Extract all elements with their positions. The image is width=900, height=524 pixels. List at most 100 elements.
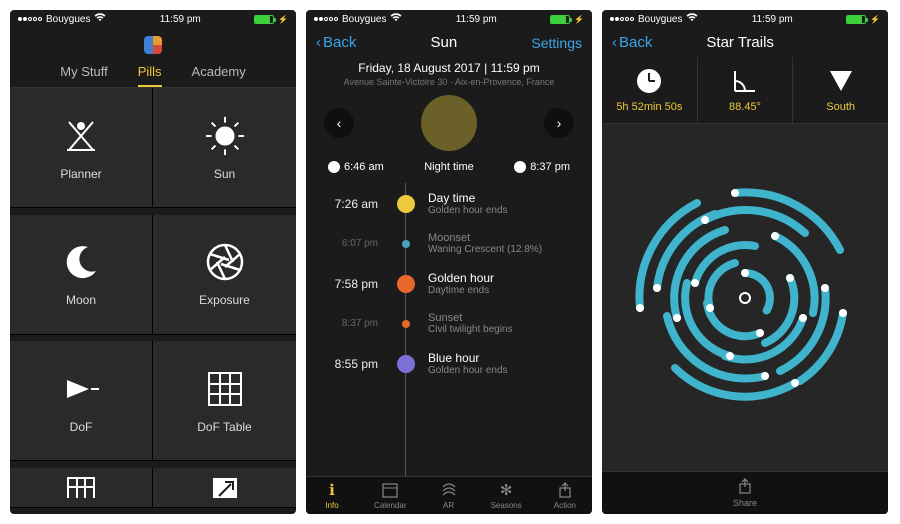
- sunrise-icon: [328, 161, 340, 173]
- charging-icon: ⚡: [574, 15, 584, 24]
- metric-duration[interactable]: 5h 52min 50s: [602, 57, 698, 123]
- timeline-row[interactable]: 7:26 amDay timeGolden hour ends: [306, 183, 592, 224]
- charging-icon: ⚡: [278, 15, 288, 24]
- chevron-left-icon: ‹: [337, 115, 342, 131]
- signal-dots-icon: [314, 17, 338, 21]
- timeline[interactable]: 7:26 am Day time Golden hour ends 6:07 pm Mo…: [306, 183, 592, 476]
- page-title: Star Trails: [706, 34, 774, 51]
- timeline-row[interactable]: 8:55 pm Blue hourGolden hour ends: [306, 343, 592, 384]
- tl-time: 7:58 pm: [306, 277, 392, 291]
- bottom-tab-bar: ℹ︎ Info Calendar AR ✻ Seasons Action: [306, 476, 592, 514]
- cell-planner[interactable]: Planner: [10, 88, 153, 208]
- sunrise-time: 6:46 am: [344, 161, 384, 173]
- battery-icon: [254, 15, 274, 24]
- charging-icon: ⚡: [870, 15, 880, 24]
- page-title: Sun: [431, 34, 458, 51]
- back-button[interactable]: ‹ Back: [316, 34, 356, 51]
- tl-title: Moonset: [428, 232, 592, 244]
- pills-grid: Planner Sun Moon Exposure DoF: [10, 88, 296, 514]
- tl-sub: Daytime ends: [428, 285, 592, 296]
- grid-icon: [204, 368, 246, 410]
- cell-label: DoF Table: [197, 420, 251, 434]
- tab-action[interactable]: Action: [554, 481, 576, 510]
- signal-dots-icon: [610, 17, 634, 21]
- prev-day-button[interactable]: ‹: [324, 108, 354, 138]
- chevron-right-icon: ›: [557, 115, 562, 131]
- signal-dots-icon: [18, 17, 42, 21]
- tab-pills[interactable]: Pills: [138, 64, 162, 87]
- status-time: 11:59 pm: [160, 14, 201, 25]
- grid2-icon: [60, 475, 102, 499]
- cell-label: Moon: [66, 293, 96, 307]
- cell-exposure[interactable]: Exposure: [153, 215, 296, 335]
- tl-sub: Waning Crescent (12.8%): [428, 244, 592, 255]
- cell-sun[interactable]: Sun: [153, 88, 296, 208]
- moon-icon: [60, 241, 102, 283]
- carrier-label: Bouygues: [342, 14, 386, 25]
- next-day-button[interactable]: ›: [544, 108, 574, 138]
- status-bar: Bouygues 11:59 pm ⚡: [10, 10, 296, 28]
- status-time: 11:59 pm: [752, 14, 793, 25]
- tl-title: Blue hour: [428, 351, 592, 365]
- tab-academy[interactable]: Academy: [192, 64, 246, 79]
- tl-title: Day time: [428, 191, 592, 205]
- app-logo-icon: [144, 36, 162, 54]
- nav-bar: ‹ Back Star Trails: [602, 28, 888, 57]
- status-time: 11:59 pm: [456, 14, 497, 25]
- angle-icon: [731, 67, 759, 95]
- sun-disc-icon: [421, 95, 477, 151]
- location-sub: Avenue Sainte-Victoire 30 · Aix-en-Prove…: [316, 77, 582, 87]
- cell-dof[interactable]: DoF: [10, 341, 153, 461]
- cell-partial-1[interactable]: [10, 468, 153, 508]
- sun-nav: ‹ ›: [306, 95, 592, 151]
- dof-icon: [60, 368, 102, 410]
- triangle-down-icon: [827, 67, 855, 95]
- planner-icon: [60, 115, 102, 157]
- cell-moon[interactable]: Moon: [10, 215, 153, 335]
- timeline-row[interactable]: 6:07 pm MoonsetWaning Crescent (12.8%): [306, 224, 592, 263]
- tl-title: Sunset: [428, 312, 592, 324]
- timeline-row[interactable]: 8:37 pm SunsetCivil twilight begins: [306, 304, 592, 343]
- tl-time: 8:55 pm: [306, 357, 392, 371]
- star-trails-canvas[interactable]: [602, 124, 888, 471]
- tab-seasons[interactable]: ✻ Seasons: [491, 481, 522, 510]
- back-button[interactable]: ‹ Back: [612, 34, 652, 51]
- status-bar: Bouygues 11:59 pm ⚡: [306, 10, 592, 28]
- tl-sub: Golden hour ends: [428, 365, 592, 376]
- metric-direction[interactable]: South: [793, 57, 888, 123]
- metrics-row: 5h 52min 50s 88.45° South: [602, 57, 888, 124]
- aperture-icon: [204, 241, 246, 283]
- tab-info[interactable]: ℹ︎ Info: [322, 481, 342, 510]
- timeline-row[interactable]: 7:58 pmGolden hourDaytime ends: [306, 263, 592, 304]
- wifi-icon: [94, 13, 106, 25]
- metric-angle[interactable]: 88.45°: [698, 57, 794, 123]
- tab-ar[interactable]: AR: [439, 481, 459, 510]
- snowflake-icon: ✻: [496, 481, 516, 499]
- cell-dof-table[interactable]: DoF Table: [153, 341, 296, 461]
- phone-star-trails: Bouygues 11:59 pm ⚡ ‹ Back Star Trails 5…: [602, 10, 888, 514]
- tl-time: 7:26 am: [306, 197, 392, 211]
- wifi-icon: [390, 13, 402, 25]
- share-button[interactable]: Share: [602, 471, 888, 514]
- carrier-label: Bouygues: [638, 14, 682, 25]
- sunset-time: 8:37 pm: [530, 161, 570, 173]
- tl-sub: Civil twilight begins: [428, 324, 592, 335]
- date-main: Friday, 18 August 2017 | 11:59 pm: [316, 61, 582, 75]
- status-bar: Bouygues 11:59 pm ⚡: [602, 10, 888, 28]
- info-icon: ℹ︎: [322, 481, 342, 499]
- share-icon: [555, 481, 575, 499]
- date-header: Friday, 18 August 2017 | 11:59 pm Avenue…: [306, 57, 592, 95]
- clock-icon: [635, 67, 663, 95]
- tl-time: 6:07 pm: [306, 238, 392, 249]
- settings-button[interactable]: Settings: [531, 35, 582, 51]
- metric-value: 5h 52min 50s: [616, 101, 682, 113]
- tl-dot-icon: [397, 275, 415, 293]
- cell-label: DoF: [70, 420, 93, 434]
- tl-time: 8:37 pm: [306, 318, 392, 329]
- metric-value: South: [826, 101, 855, 113]
- tab-calendar[interactable]: Calendar: [374, 481, 406, 510]
- sunset-icon: [514, 161, 526, 173]
- cell-label: Planner: [60, 167, 101, 181]
- tab-my-stuff[interactable]: My Stuff: [60, 64, 107, 79]
- cell-partial-2[interactable]: [153, 468, 296, 508]
